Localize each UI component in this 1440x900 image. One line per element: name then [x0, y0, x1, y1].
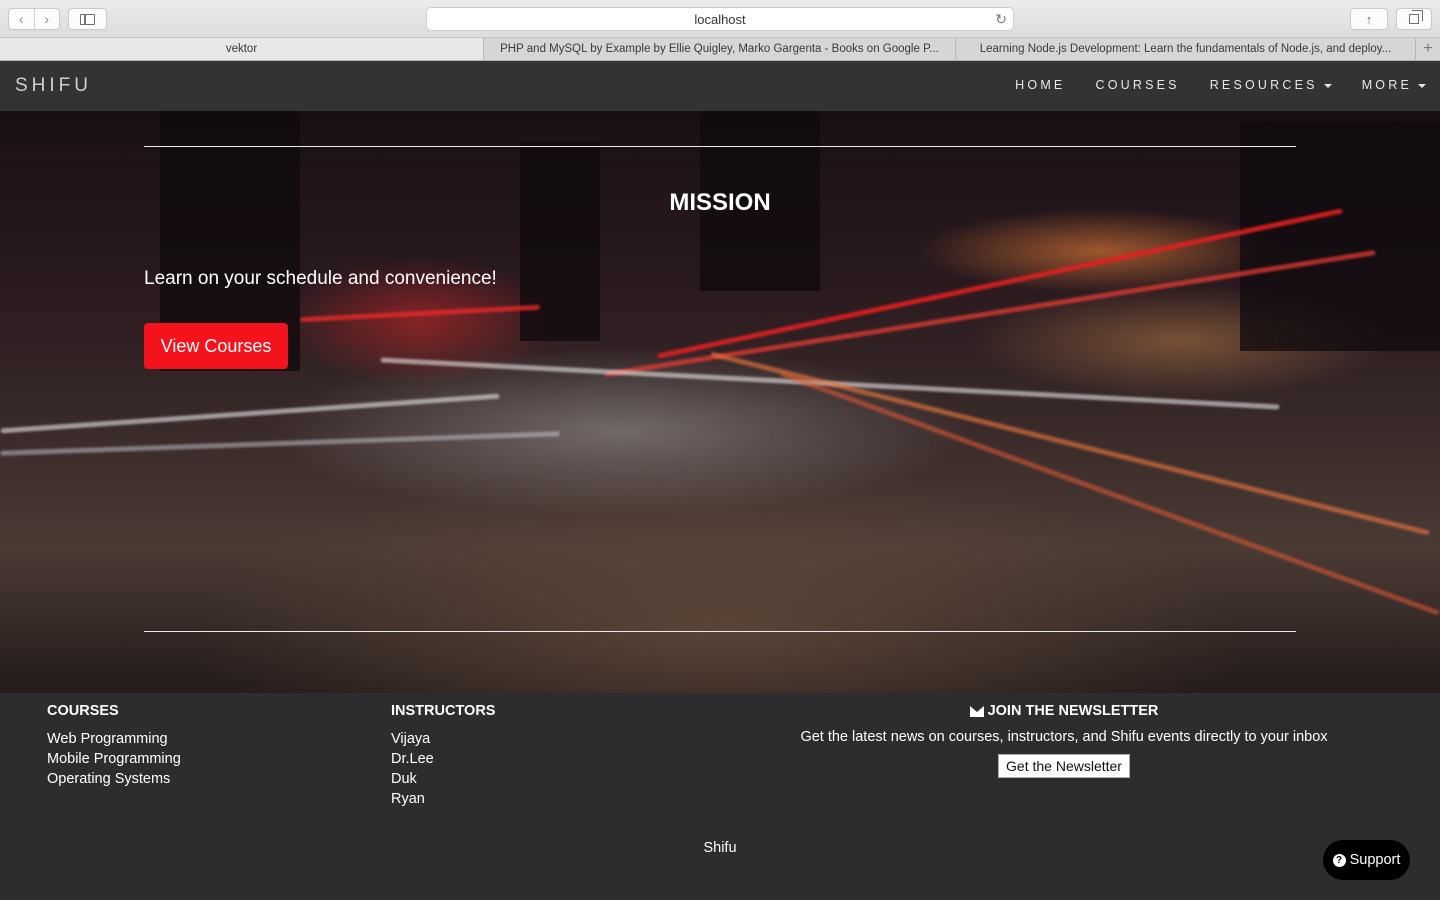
- footer-link-mobile-programming[interactable]: Mobile Programming: [47, 749, 181, 769]
- caret-down-icon: [1418, 83, 1426, 88]
- get-newsletter-button[interactable]: Get the Newsletter: [998, 754, 1130, 778]
- share-icon[interactable]: ↑: [1350, 8, 1388, 30]
- tab-nodejs[interactable]: Learning Node.js Development: Learn the …: [956, 38, 1416, 60]
- footer-link-ryan[interactable]: Ryan: [391, 789, 495, 809]
- footer-instructors: INSTRUCTORS Vijaya Dr.Lee Duk Ryan: [391, 703, 495, 809]
- footer-link-drlee[interactable]: Dr.Lee: [391, 749, 495, 769]
- footer-link-operating-systems[interactable]: Operating Systems: [47, 769, 181, 789]
- newsletter-heading-row: JOIN THE NEWSLETTER: [790, 703, 1338, 719]
- main-menu: HOME COURSES RESOURCES MORE: [985, 78, 1426, 92]
- newsletter-heading: JOIN THE NEWSLETTER: [987, 703, 1159, 719]
- footer-instructors-heading: INSTRUCTORS: [391, 703, 496, 719]
- brand-logo[interactable]: SHIFU: [15, 75, 92, 97]
- back-icon[interactable]: ‹: [9, 9, 34, 29]
- footer-link-web-programming[interactable]: Web Programming: [47, 729, 181, 749]
- newsletter-text: Get the latest news on courses, instruct…: [800, 729, 1328, 745]
- nav-home[interactable]: HOME: [1015, 78, 1065, 92]
- nav-label: RESOURCES: [1209, 78, 1318, 92]
- envelope-icon: [969, 705, 984, 717]
- nav-more[interactable]: MORE: [1362, 78, 1426, 92]
- tabs-overview-icon[interactable]: [1396, 8, 1432, 30]
- support-label: Support: [1349, 852, 1401, 868]
- new-tab-icon[interactable]: +: [1416, 38, 1440, 60]
- footer-courses-heading: COURSES: [47, 703, 119, 719]
- site-footer: COURSES Web Programming Mobile Programmi…: [0, 693, 1440, 900]
- browser-toolbar: ‹ › localhost ↻ ↑: [0, 0, 1440, 38]
- tab-label: PHP and MySQL by Example by Ellie Quigle…: [500, 43, 939, 55]
- footer-courses: COURSES Web Programming Mobile Programmi…: [47, 703, 181, 789]
- footer-copyright: Shifu: [703, 840, 737, 856]
- hero-tagline: Learn on your schedule and convenience!: [144, 268, 497, 289]
- view-courses-button[interactable]: View Courses: [144, 323, 288, 369]
- nav-label: MORE: [1361, 78, 1412, 92]
- support-button[interactable]: ? Support: [1323, 840, 1410, 880]
- tab-vektor[interactable]: vektor: [0, 38, 484, 60]
- reload-icon[interactable]: ↻: [995, 11, 1007, 28]
- footer-link-duk[interactable]: Duk: [391, 769, 495, 789]
- nav-label: HOME: [1015, 78, 1066, 92]
- hero-section: MISSION Learn on your schedule and conve…: [0, 111, 1440, 693]
- site-navbar: SHIFU HOME COURSES RESOURCES MORE: [0, 61, 1440, 111]
- question-circle-icon: ?: [1332, 853, 1346, 867]
- nav-label: COURSES: [1095, 78, 1180, 92]
- nav-resources[interactable]: RESOURCES: [1210, 78, 1332, 92]
- tab-label: vektor: [225, 43, 258, 55]
- hero-divider-bottom: [144, 631, 1296, 632]
- nav-courses[interactable]: COURSES: [1095, 78, 1179, 92]
- history-buttons: ‹ ›: [8, 8, 60, 30]
- caret-down-icon: [1323, 83, 1332, 88]
- sidebar-icon[interactable]: [68, 8, 107, 30]
- footer-link-vijaya[interactable]: Vijaya: [391, 729, 495, 749]
- newsletter-section: JOIN THE NEWSLETTER Get the latest news …: [790, 703, 1338, 778]
- hero-title: MISSION: [669, 189, 771, 216]
- address-text: localhost: [694, 11, 746, 27]
- forward-icon[interactable]: ›: [33, 9, 60, 29]
- tab-bar: vektor PHP and MySQL by Example by Ellie…: [0, 38, 1440, 61]
- hero-divider-top: [144, 146, 1296, 147]
- address-bar[interactable]: localhost ↻: [426, 7, 1014, 31]
- tab-php-mysql[interactable]: PHP and MySQL by Example by Ellie Quigle…: [484, 38, 956, 60]
- tab-label: Learning Node.js Development: Learn the …: [979, 43, 1392, 55]
